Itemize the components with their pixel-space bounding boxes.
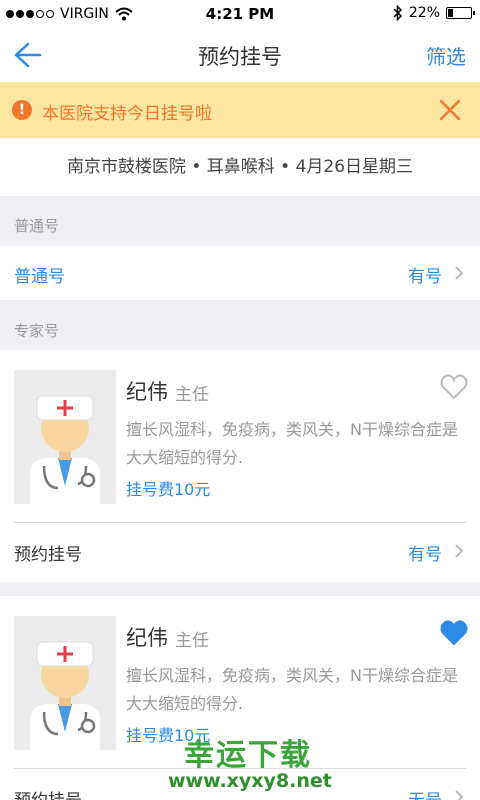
heart-filled-icon[interactable]: [440, 620, 468, 646]
hospital-info: 南京市鼓楼医院 • 耳鼻喉科 • 4月26日星期三: [0, 138, 480, 196]
chevron-right-icon: [455, 266, 464, 280]
battery-icon: [446, 7, 475, 19]
book-status: 无号: [408, 786, 442, 800]
page-title: 预约挂号: [198, 45, 282, 69]
doctor-description: 擅长风湿科，免疫病，类风关，N干燥综合症是大大缩短的得分.: [126, 420, 458, 467]
doctor-title: 主任: [175, 385, 209, 405]
status-right: 22%: [393, 5, 475, 21]
doctor-illustration-icon: [30, 395, 100, 504]
chevron-right-icon: [455, 544, 464, 558]
doctor-avatar: [14, 370, 116, 504]
book-status: 有号: [408, 545, 442, 565]
battery-percent: 22%: [408, 5, 440, 21]
general-ticket-label: 普通号: [14, 267, 65, 287]
book-appointment-label[interactable]: 预约挂号: [14, 540, 82, 565]
doctor-card[interactable]: 纪伟 主任 擅长风湿科，免疫病，类风关，N干燥综合症是大大缩短的得分. 挂号费1…: [0, 350, 480, 582]
doctor-illustration-icon: [30, 641, 100, 750]
divider: [14, 522, 466, 523]
doctor-avatar: [14, 616, 116, 750]
notice-text: 本医院支持今日挂号啦: [42, 104, 212, 124]
chevron-right-icon: [455, 790, 464, 800]
doctor-title: 主任: [175, 631, 209, 651]
status-bar: VIRGIN 4:21 PM 22%: [0, 0, 480, 28]
general-ticket-status: 有号: [408, 267, 442, 287]
watermark-url: www.xyxy8.net: [168, 770, 332, 792]
filter-button[interactable]: 筛选: [426, 41, 466, 70]
bluetooth-icon: [393, 5, 402, 21]
watermark-text: 幸运下载: [184, 738, 312, 773]
doctor-description: 擅长风湿科，免疫病，类风关，N干燥综合症是大大缩短的得分.: [126, 666, 458, 713]
section-header-expert: 专家号: [14, 322, 60, 340]
nav-bar: 预约挂号 筛选: [0, 28, 480, 82]
general-ticket-row[interactable]: 普通号 有号: [0, 246, 480, 300]
warning-icon: !: [12, 100, 32, 120]
watermark: 幸运下载 www.xyxy8.net: [168, 730, 332, 792]
doctor-fee: 挂号费10元: [126, 480, 211, 499]
notice-banner: ! 本医院支持今日挂号啦: [0, 82, 480, 138]
book-appointment-label[interactable]: 预约挂号: [14, 786, 82, 800]
section-header-general: 普通号: [14, 217, 60, 235]
close-icon[interactable]: [438, 98, 462, 122]
heart-outline-icon[interactable]: [440, 374, 468, 400]
doctor-name: 纪伟: [126, 380, 168, 404]
doctor-name: 纪伟: [126, 626, 168, 650]
